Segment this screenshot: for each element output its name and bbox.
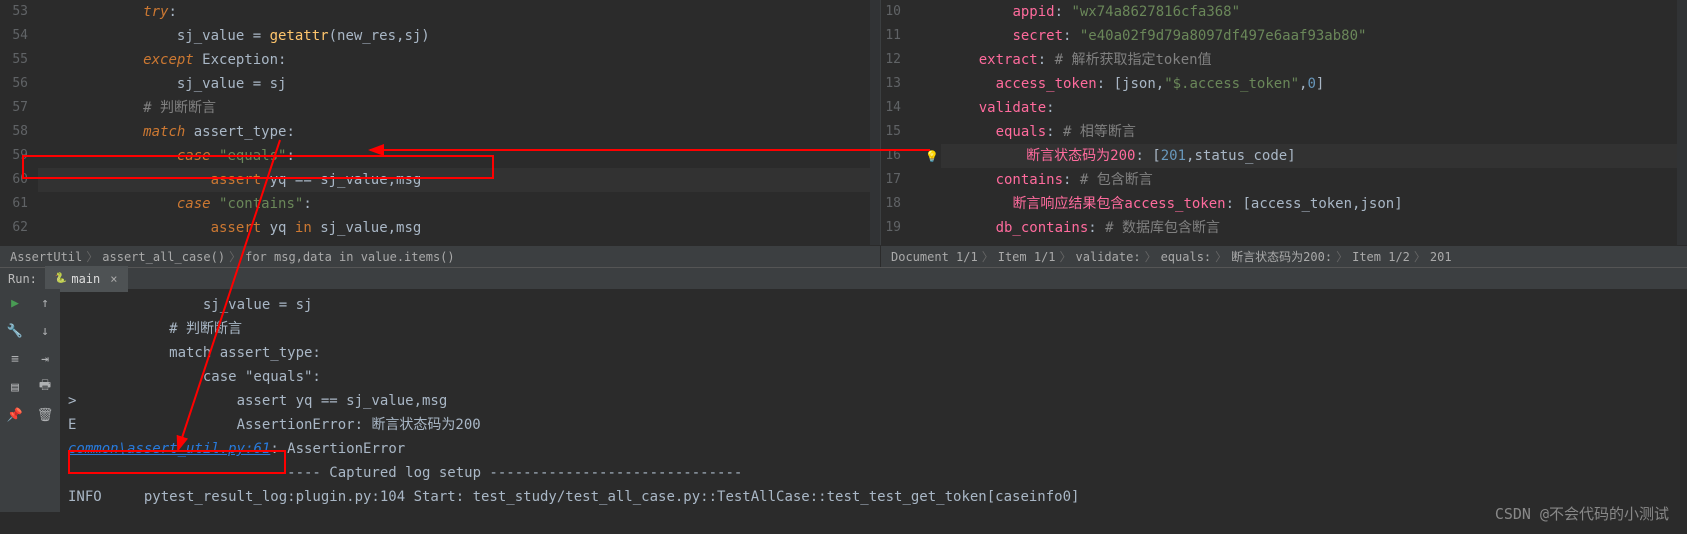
console-panel: ▶ 🔧 ≡ ▤ 📌 ↑ ↓ ⇥ 🖶 🗑 sj_value = sj # 判断断言… bbox=[0, 289, 1687, 512]
layout-icon[interactable]: ≡ bbox=[5, 349, 25, 369]
code-line-60[interactable]: assert yq == sj_value,msg bbox=[38, 168, 880, 192]
breadcrumb-item[interactable]: validate: bbox=[1076, 250, 1141, 264]
yaml-line-18[interactable]: 断言响应结果包含access_token: [access_token,json… bbox=[941, 192, 1687, 216]
breadcrumb-item[interactable]: 断言状态码为200: bbox=[1231, 250, 1332, 264]
code-line-56[interactable]: sj_value = sj bbox=[38, 72, 880, 96]
stacktrace-link[interactable]: common\assert_util.py bbox=[68, 441, 245, 457]
code-line-62[interactable]: assert yq in sj_value,msg bbox=[38, 216, 880, 240]
breadcrumb-item[interactable]: equals: bbox=[1161, 250, 1212, 264]
breadcrumb-item[interactable]: for msg,data in value.items() bbox=[245, 250, 455, 264]
run-toolbar-right: ↑ ↓ ⇥ 🖶 🗑 bbox=[30, 289, 60, 512]
left-code-area[interactable]: try: sj_value = getattr(new_res,sj) exce… bbox=[38, 0, 880, 240]
down-arrow-icon[interactable]: ↓ bbox=[35, 321, 55, 341]
yaml-line-16[interactable]: 💡 断言状态码为200: [201,status_code] bbox=[941, 144, 1687, 168]
yaml-line-12[interactable]: extract: # 解析获取指定token值 bbox=[941, 48, 1687, 72]
python-icon: 🐍 bbox=[55, 268, 67, 290]
yaml-line-11[interactable]: secret: "e40a02f9d79a8097df497e6aaf93ab8… bbox=[941, 24, 1687, 48]
pin-icon[interactable]: 📌 bbox=[5, 405, 25, 425]
run-tab-label: main bbox=[71, 268, 100, 290]
breadcrumb-item[interactable]: Item 1/1 bbox=[998, 250, 1056, 264]
close-icon[interactable]: × bbox=[110, 268, 117, 290]
run-button[interactable]: ▶ bbox=[5, 293, 25, 313]
left-breadcrumb[interactable]: AssertUtil〉assert_all_case()〉for msg,dat… bbox=[0, 245, 880, 267]
code-line-55[interactable]: except Exception: bbox=[38, 48, 880, 72]
filter-icon[interactable]: ▤ bbox=[5, 377, 25, 397]
run-toolbar-left: ▶ 🔧 ≡ ▤ 📌 bbox=[0, 289, 30, 512]
yaml-line-17[interactable]: contains: # 包含断言 bbox=[941, 168, 1687, 192]
left-minimap[interactable] bbox=[870, 0, 880, 245]
run-tool-bar: Run: 🐍 main × bbox=[0, 267, 1687, 289]
breadcrumb-item[interactable]: Item 1/2 bbox=[1352, 250, 1410, 264]
soft-wrap-icon[interactable]: ⇥ bbox=[35, 349, 55, 369]
code-line-58[interactable]: match assert_type: bbox=[38, 120, 880, 144]
breadcrumb-item[interactable]: Document 1/1 bbox=[891, 250, 978, 264]
run-tab-main[interactable]: 🐍 main × bbox=[45, 266, 128, 292]
yaml-line-19[interactable]: db_contains: # 数据库包含断言 bbox=[941, 216, 1687, 240]
right-breadcrumb[interactable]: Document 1/1〉Item 1/1〉validate:〉equals:〉… bbox=[880, 245, 1687, 267]
yaml-line-10[interactable]: appid: "wx74a8627816cfa368" bbox=[941, 0, 1687, 24]
right-gutter: 10111213141516171819 bbox=[881, 0, 911, 240]
right-code-area[interactable]: appid: "wx74a8627816cfa368" secret: "e40… bbox=[941, 0, 1687, 240]
left-gutter: 53545556575859606162 bbox=[0, 0, 38, 240]
code-line-54[interactable]: sj_value = getattr(new_res,sj) bbox=[38, 24, 880, 48]
yaml-line-14[interactable]: validate: bbox=[941, 96, 1687, 120]
watermark: CSDN @不会代码的小测试 bbox=[1495, 503, 1669, 524]
run-label: Run: bbox=[0, 268, 45, 290]
breadcrumb-item[interactable]: assert_all_case() bbox=[102, 250, 225, 264]
wrench-icon[interactable]: 🔧 bbox=[5, 321, 25, 341]
breadcrumb-item[interactable]: 201 bbox=[1430, 250, 1452, 264]
breadcrumb-item[interactable]: AssertUtil bbox=[10, 250, 82, 264]
right-code-editor[interactable]: 10111213141516171819 appid: "wx74a862781… bbox=[880, 0, 1687, 245]
up-arrow-icon[interactable]: ↑ bbox=[35, 293, 55, 313]
yaml-line-15[interactable]: equals: # 相等断言 bbox=[941, 120, 1687, 144]
left-code-editor[interactable]: 53545556575859606162 try: sj_value = get… bbox=[0, 0, 880, 245]
print-icon[interactable]: 🖶 bbox=[35, 377, 55, 397]
yaml-line-13[interactable]: access_token: [json,"$.access_token",0] bbox=[941, 72, 1687, 96]
code-line-57[interactable]: # 判断断言 bbox=[38, 96, 880, 120]
console-output[interactable]: sj_value = sj # 判断断言 match assert_type: … bbox=[60, 289, 1687, 512]
code-line-59[interactable]: case "equals": bbox=[38, 144, 880, 168]
trash-icon[interactable]: 🗑 bbox=[35, 405, 55, 425]
code-line-61[interactable]: case "contains": bbox=[38, 192, 880, 216]
right-minimap[interactable] bbox=[1677, 0, 1687, 245]
